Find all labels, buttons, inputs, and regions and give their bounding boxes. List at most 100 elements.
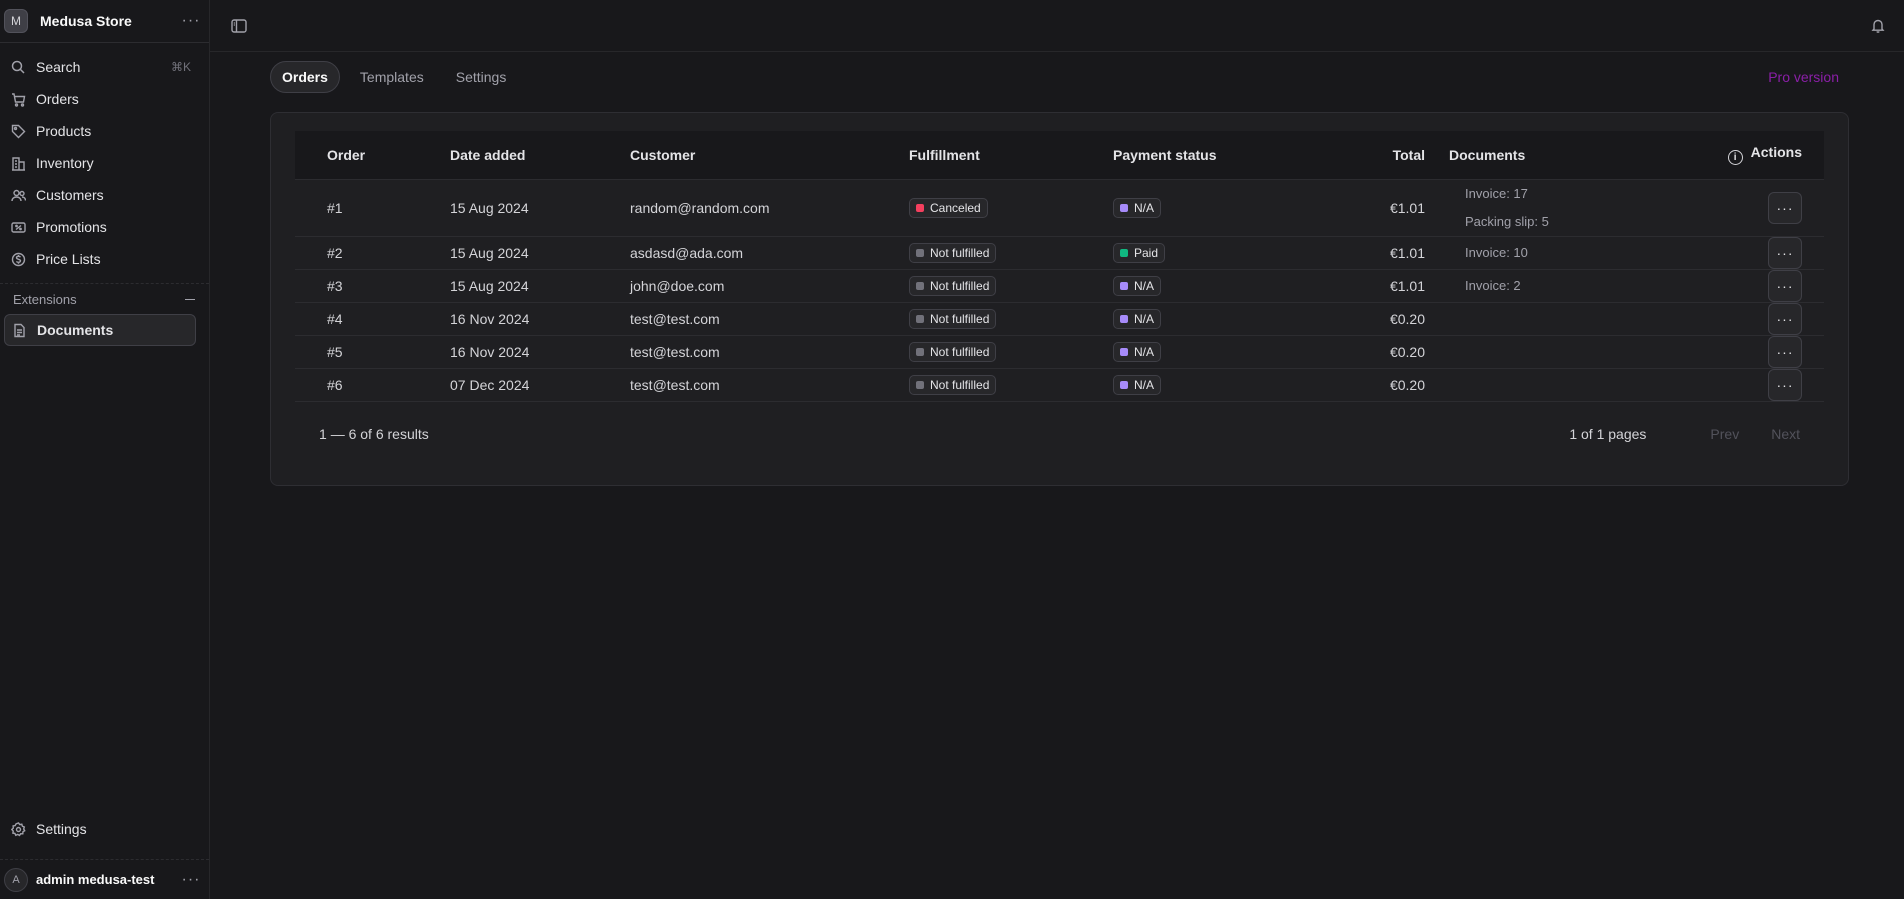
payment-status: N/A — [1134, 311, 1155, 326]
fulfillment-cell: Canceled — [909, 179, 1113, 237]
status-dot — [916, 281, 924, 290]
store-name: Medusa Store — [40, 13, 132, 29]
sidebar-toggle-icon[interactable] — [229, 16, 249, 36]
actions-cell: ··· — [1705, 236, 1824, 270]
header-total[interactable]: Total — [1329, 131, 1425, 180]
row-actions-button[interactable]: ··· — [1768, 269, 1802, 302]
table-row[interactable]: #5 16 Nov 2024 test@test.com Not fulfill… — [295, 335, 1824, 369]
next-button[interactable]: Next — [1771, 426, 1800, 442]
range-dash: — — [330, 426, 345, 442]
header-payment-status[interactable]: Payment status — [1113, 131, 1329, 180]
table-row[interactable]: #3 15 Aug 2024 john@doe.com Not fulfille… — [295, 269, 1824, 303]
status-badge: Not fulfilled — [909, 341, 997, 362]
fulfillment-cell: Not fulfilled — [909, 236, 1113, 270]
table-row[interactable]: #4 16 Nov 2024 test@test.com Not fulfill… — [295, 302, 1824, 336]
orders-card: Order Date added Customer Fulfillment Pa… — [270, 112, 1849, 486]
documents-cell: Invoice: 17 Packing slip: 5 — [1425, 179, 1705, 237]
row-actions-button[interactable]: ··· — [1768, 236, 1802, 269]
status-badge: N/A — [1113, 275, 1162, 296]
row-actions-button[interactable]: ··· — [1768, 335, 1802, 368]
status-badge: N/A — [1113, 308, 1162, 329]
sidebar-item-label: Documents — [37, 322, 114, 338]
sidebar-item-label: Price Lists — [36, 251, 101, 267]
users-icon — [10, 187, 26, 203]
results-summary: 6 of 6 results — [348, 426, 429, 442]
table-row[interactable]: #6 07 Dec 2024 test@test.com Not fulfill… — [295, 368, 1824, 402]
sidebar-item-search[interactable]: Search ⌘K — [0, 51, 201, 83]
sidebar-item-products[interactable]: Products — [0, 115, 201, 147]
main-nav: Search ⌘K Orders Products Inventory Cust… — [0, 43, 209, 346]
header-fulfillment[interactable]: Fulfillment — [909, 131, 1113, 180]
row-actions-button[interactable]: ··· — [1768, 302, 1802, 335]
tab-templates[interactable]: Templates — [348, 61, 436, 93]
sidebar-item-settings[interactable]: Settings — [0, 813, 209, 845]
order-number: #5 — [295, 335, 450, 369]
order-total: €0.20 — [1329, 335, 1425, 369]
user-name: admin medusa-test — [36, 872, 155, 887]
sidebar-item-label: Inventory — [36, 155, 94, 171]
header-order[interactable]: Order — [295, 131, 450, 180]
payment-cell: N/A — [1113, 368, 1329, 402]
date-added: 15 Aug 2024 — [450, 269, 630, 303]
sidebar-item-documents[interactable]: Documents — [4, 314, 196, 346]
document-icon — [11, 322, 27, 338]
page-indicator: 1 of 1 pages — [1569, 426, 1647, 442]
main-content: Orders Templates Settings Pro version Or… — [210, 0, 1904, 899]
user-menu[interactable]: A admin medusa-test ··· — [0, 859, 209, 899]
sidebar-item-customers[interactable]: Customers — [0, 179, 201, 211]
row-actions-button[interactable]: ··· — [1768, 191, 1802, 224]
status-dot — [916, 380, 924, 389]
payment-cell: N/A — [1113, 269, 1329, 303]
building-icon — [10, 155, 26, 171]
sidebar-item-price-lists[interactable]: Price Lists — [0, 243, 201, 275]
order-total: €1.01 — [1329, 179, 1425, 237]
store-avatar: M — [4, 9, 28, 33]
user-menu-button[interactable]: ··· — [177, 871, 205, 889]
tab-settings[interactable]: Settings — [444, 61, 519, 93]
avatar: A — [4, 867, 28, 892]
info-icon[interactable]: i — [1727, 150, 1743, 166]
fulfillment-status: Not fulfilled — [930, 344, 990, 359]
fulfillment-status: Not fulfilled — [930, 278, 990, 293]
pro-version-link[interactable]: Pro version — [1768, 69, 1839, 85]
tab-orders[interactable]: Orders — [270, 61, 340, 93]
gear-icon — [10, 821, 26, 837]
store-menu-button[interactable]: ··· — [177, 12, 205, 30]
fulfillment-status: Not fulfilled — [930, 245, 990, 260]
extensions-header[interactable]: Extensions — [0, 284, 209, 314]
status-dot — [1120, 314, 1128, 323]
topbar — [210, 0, 1904, 52]
actions-cell: ··· — [1705, 368, 1824, 402]
header-actions-label: Actions — [1750, 144, 1802, 161]
store-switcher[interactable]: M Medusa Store ··· — [0, 0, 209, 43]
status-badge: Not fulfilled — [909, 374, 997, 395]
order-number: #3 — [295, 269, 450, 303]
table-row[interactable]: #1 15 Aug 2024 random@random.com Cancele… — [295, 179, 1824, 237]
actions-cell: ··· — [1705, 269, 1824, 303]
header-customer[interactable]: Customer — [630, 131, 909, 180]
table-row[interactable]: #2 15 Aug 2024 asdasd@ada.com Not fulfil… — [295, 236, 1824, 270]
payment-status: Paid — [1134, 245, 1159, 260]
sidebar: M Medusa Store ··· Search ⌘K Orders Prod… — [0, 0, 210, 899]
status-dot — [916, 203, 924, 212]
header-actions: i Actions — [1705, 131, 1824, 180]
sidebar-item-label: Customers — [36, 187, 104, 203]
status-dot — [1120, 380, 1128, 389]
sidebar-item-inventory[interactable]: Inventory — [0, 147, 201, 179]
cart-icon — [10, 91, 26, 107]
sidebar-item-promotions[interactable]: Promotions — [0, 211, 201, 243]
customer-email: john@doe.com — [630, 269, 909, 303]
documents-cell: Invoice: 10 — [1425, 236, 1705, 270]
payment-status: N/A — [1134, 377, 1155, 392]
payment-cell: Paid — [1113, 236, 1329, 270]
prev-button[interactable]: Prev — [1710, 426, 1739, 442]
row-actions-button[interactable]: ··· — [1768, 368, 1802, 401]
status-dot — [916, 248, 924, 257]
invoice-count: Invoice: 2 — [1465, 277, 1521, 293]
customer-email: test@test.com — [630, 302, 909, 336]
status-badge: N/A — [1113, 374, 1162, 395]
header-date-added[interactable]: Date added — [450, 131, 630, 180]
bell-icon[interactable] — [1868, 16, 1888, 36]
sidebar-item-orders[interactable]: Orders — [0, 83, 201, 115]
order-number: #2 — [295, 236, 450, 270]
